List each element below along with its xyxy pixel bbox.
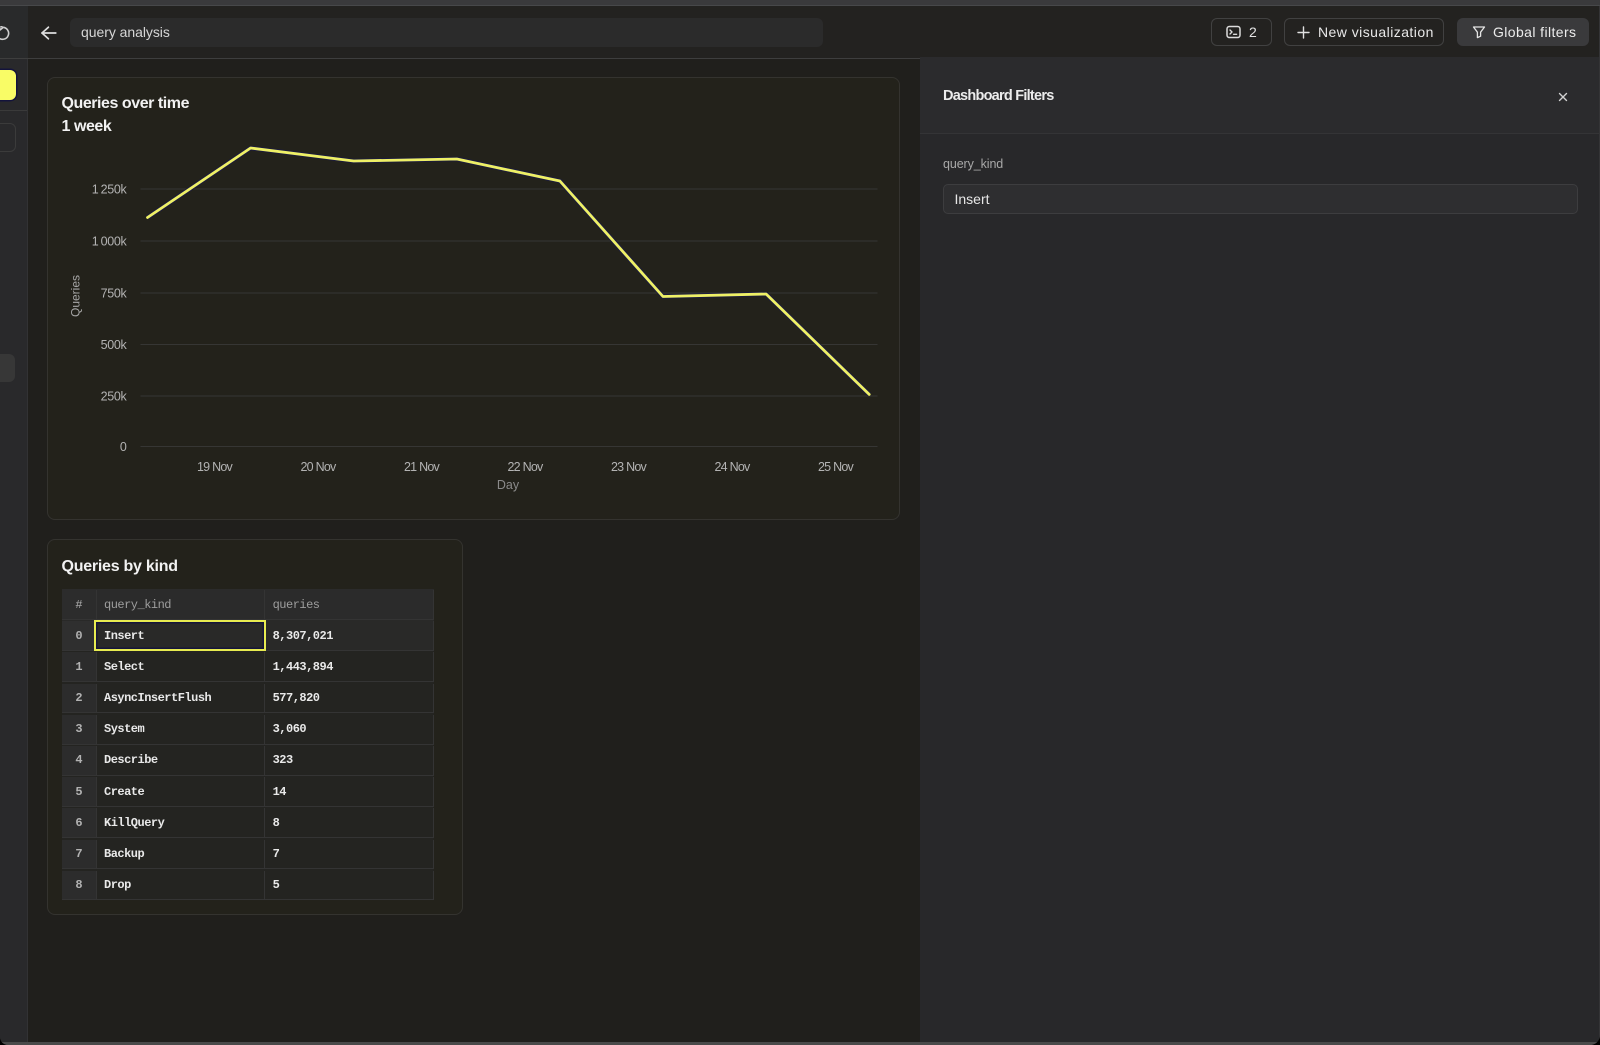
svg-text:19 Nov: 19 Nov	[196, 460, 233, 474]
svg-text:500k: 500k	[100, 338, 127, 352]
svg-text:250k: 250k	[100, 390, 127, 404]
svg-text:24 Nov: 24 Nov	[714, 460, 751, 474]
svg-text:750k: 750k	[100, 287, 127, 301]
svg-text:Day: Day	[496, 478, 519, 492]
svg-text:1 000k: 1 000k	[91, 235, 127, 249]
svg-text:0: 0	[119, 440, 126, 454]
svg-text:1 250k: 1 250k	[91, 183, 127, 197]
svg-text:23 Nov: 23 Nov	[610, 460, 647, 474]
svg-text:25 Nov: 25 Nov	[817, 460, 854, 474]
svg-text:20 Nov: 20 Nov	[300, 460, 337, 474]
svg-text:22 Nov: 22 Nov	[507, 460, 544, 474]
svg-text:Queries: Queries	[68, 275, 82, 317]
svg-text:21 Nov: 21 Nov	[403, 460, 440, 474]
